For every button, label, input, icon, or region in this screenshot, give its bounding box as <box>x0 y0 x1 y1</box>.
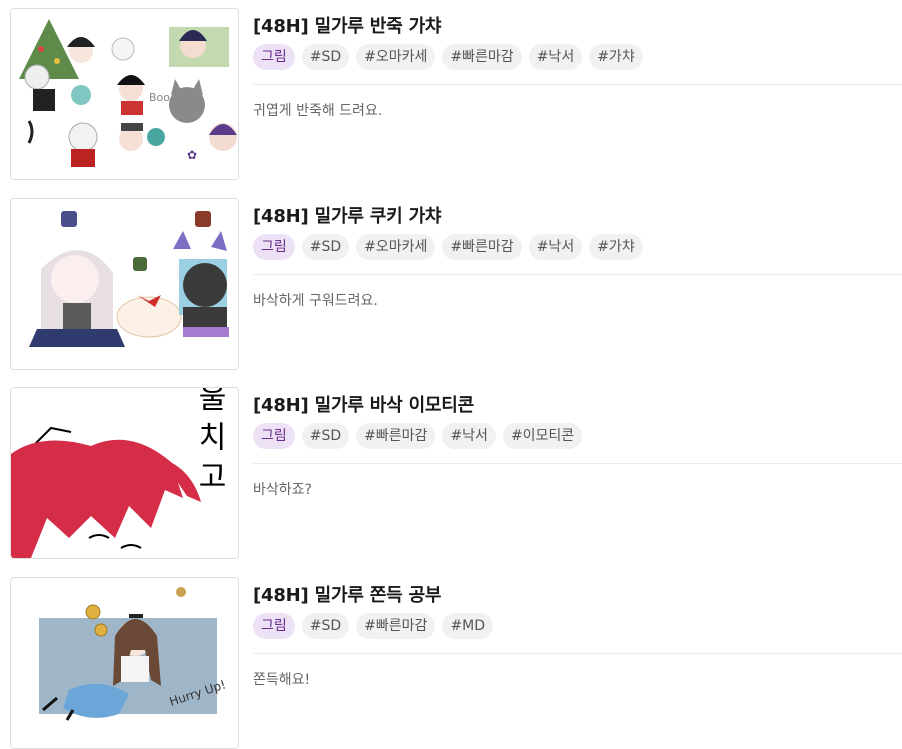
hashtag[interactable]: #가챠 <box>589 234 643 260</box>
hashtag[interactable]: #MD <box>442 613 494 639</box>
product-description: 바삭하죠? <box>253 482 312 498</box>
hashtag[interactable]: #SD <box>301 613 350 639</box>
product-title[interactable]: [48H] 밀가루 쿠키 가챠 <box>253 202 441 228</box>
divider <box>253 653 902 654</box>
hashtag[interactable]: #낙서 <box>442 423 496 449</box>
category-tag[interactable]: 그림 <box>253 44 295 70</box>
red-hair-emoticon-image: 울 치 고 <box>11 388 238 558</box>
category-tag[interactable]: 그림 <box>253 234 295 260</box>
hashtag[interactable]: #SD <box>301 234 350 260</box>
product-description: 바삭하게 구워드려요. <box>253 293 378 309</box>
tag-list: 그림 #SD #빠른마감 #MD <box>253 613 494 639</box>
product-title[interactable]: [48H] 밀가루 쫀득 공부 <box>253 581 441 607</box>
emoticon-caption-text: 울 치 고 <box>192 388 227 491</box>
hashtag[interactable]: #오마카세 <box>356 44 436 70</box>
product-card[interactable]: 울 치 고 [48H] 밀가루 바삭 이모티콘 그림 #SD #빠른마감 #낙서… <box>0 387 902 559</box>
hashtag[interactable]: #SD <box>301 423 350 449</box>
product-thumbnail[interactable] <box>10 198 239 370</box>
divider <box>253 463 902 464</box>
product-thumbnail[interactable]: Hurry Up! <box>10 577 239 749</box>
hashtag[interactable]: #낙서 <box>528 44 583 70</box>
divider <box>253 84 902 85</box>
tag-list: 그림 #SD #오마카세 #빠른마감 #낙서 #가챠 <box>253 44 643 70</box>
hashtag[interactable]: #빠른마감 <box>442 234 522 260</box>
category-tag[interactable]: 그림 <box>253 613 295 639</box>
category-tag[interactable]: 그림 <box>253 423 295 449</box>
product-thumbnail[interactable]: 울 치 고 <box>10 387 239 559</box>
hashtag[interactable]: #낙서 <box>528 234 583 260</box>
product-card[interactable]: [48H] 밀가루 쿠키 가챠 그림 #SD #오마카세 #빠른마감 #낙서 #… <box>0 198 902 370</box>
svg-text:Boo: Boo <box>149 91 170 104</box>
hashtag[interactable]: #빠른마감 <box>356 423 436 449</box>
tag-list: 그림 #SD #빠른마감 #낙서 #이모티콘 <box>253 423 583 449</box>
svg-text:✿: ✿ <box>187 148 197 162</box>
hashtag[interactable]: #오마카세 <box>356 234 436 260</box>
product-card[interactable]: Boo ✿ [48H] 밀가루 반죽 가챠 그림 #SD #오마카세 #빠른마감… <box>0 8 902 180</box>
product-thumbnail[interactable]: Boo ✿ <box>10 8 239 180</box>
hashtag[interactable]: #빠른마감 <box>442 44 522 70</box>
product-description: 귀엽게 반죽해 드려요. <box>253 103 383 119</box>
hashtag[interactable]: #이모티콘 <box>502 423 583 449</box>
product-title[interactable]: [48H] 밀가루 반죽 가챠 <box>253 12 441 38</box>
tag-list: 그림 #SD #오마카세 #빠른마감 #낙서 #가챠 <box>253 234 643 260</box>
chibi-girl-image: Hurry Up! <box>11 578 238 748</box>
divider <box>253 274 902 275</box>
hashtag[interactable]: #가챠 <box>589 44 643 70</box>
chibi-cookie-image <box>11 199 238 369</box>
product-description: 쫀득해요! <box>253 672 311 688</box>
chibi-collage-image: Boo ✿ <box>11 9 238 179</box>
product-card[interactable]: Hurry Up! [48H] 밀가루 쫀득 공부 그림 #SD #빠른마감 #… <box>0 577 902 749</box>
product-title[interactable]: [48H] 밀가루 바삭 이모티콘 <box>253 391 474 417</box>
hashtag[interactable]: #SD <box>301 44 350 70</box>
hashtag[interactable]: #빠른마감 <box>356 613 436 639</box>
